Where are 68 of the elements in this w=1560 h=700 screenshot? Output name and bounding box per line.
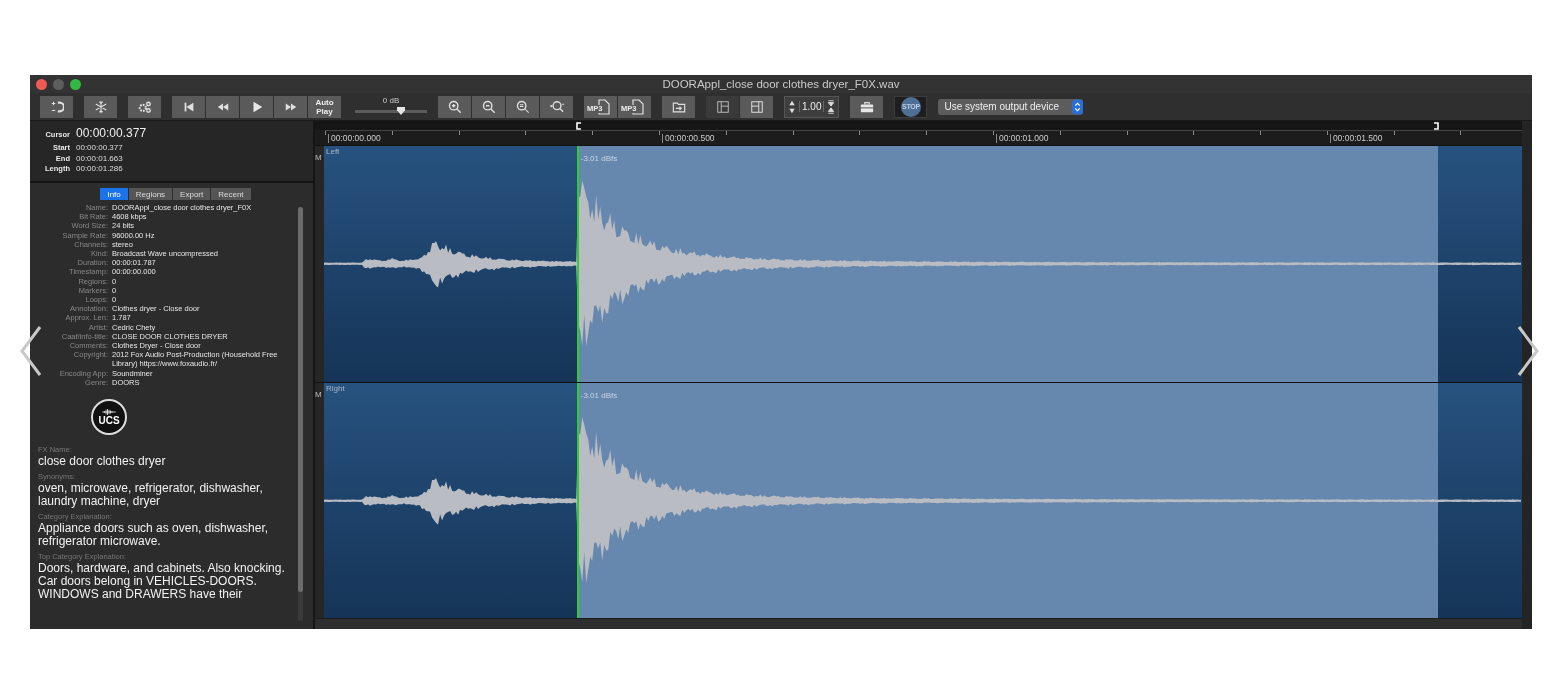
- zoom-in-icon: [447, 99, 462, 114]
- zoom-in-button[interactable]: [438, 95, 471, 118]
- panel-tab[interactable]: Recent: [211, 188, 251, 200]
- vertical-scrollbar[interactable]: [1522, 121, 1532, 629]
- mute-button[interactable]: M: [315, 389, 322, 399]
- dropdown-caret-icon: [1072, 98, 1084, 115]
- panel-tab[interactable]: Info: [100, 188, 128, 200]
- settings-icon: [137, 99, 152, 114]
- slider-thumb[interactable]: [397, 106, 406, 115]
- settings-button[interactable]: [128, 95, 161, 118]
- zoom-out-icon: [481, 99, 496, 114]
- play-button[interactable]: [240, 95, 273, 118]
- zoom-selection-icon: [549, 99, 564, 114]
- description-text: Appliance doors such as oven, dishwasher, refrigerator microwave.: [38, 522, 270, 549]
- zoom-fit-button[interactable]: [506, 95, 539, 118]
- volume-label: 0 dB: [382, 95, 400, 105]
- output-device-dropdown[interactable]: Use system output device: [938, 98, 1084, 115]
- view-right-button[interactable]: [740, 95, 773, 118]
- ruler-time-label: 00:00:00.500: [661, 134, 715, 143]
- folder-button[interactable]: [662, 95, 695, 118]
- selection-end-marker-icon[interactable]: [1433, 122, 1439, 130]
- volume-slider[interactable]: [355, 109, 427, 113]
- speed-stepper[interactable]: 1.00: [784, 95, 840, 118]
- folder-icon: [671, 99, 686, 114]
- magnet-button[interactable]: [40, 95, 73, 118]
- selection-start-marker-icon[interactable]: [576, 122, 582, 130]
- panel-icon: [749, 99, 764, 114]
- window-title: DOORAppl_close door clothes dryer_F0X.wav: [662, 78, 900, 90]
- mute-button[interactable]: M: [315, 153, 322, 162]
- cursor-time: 00:00:00.377: [76, 126, 147, 140]
- description-text: close door clothes dryer: [38, 455, 167, 469]
- toolbox-button[interactable]: [850, 95, 884, 118]
- description-text: Doors, hardware, and cabinets. Also knocking. Car doors belong in VEHICLES-DOORS. WINDOWS and DRAWERS have their: [38, 562, 286, 602]
- snowflake-button[interactable]: [84, 95, 117, 118]
- time-value: 00:00:01.663: [76, 153, 123, 163]
- zoom-button[interactable]: [70, 79, 81, 90]
- time-value: 00:00:01.286: [76, 164, 123, 173]
- peak-level-label: -3.01 dBfs: [580, 390, 618, 400]
- waveform-icon: [101, 408, 117, 415]
- magnet-icon: [49, 99, 64, 114]
- ruler-time-label: 00:00:01.500: [1329, 134, 1383, 143]
- view-left-button[interactable]: [706, 95, 739, 118]
- zoom-out-button[interactable]: [472, 95, 505, 118]
- skip-to-start-button[interactable]: [172, 95, 205, 118]
- panel-icon: [715, 99, 730, 114]
- channel-name: Right: [326, 383, 345, 393]
- toolbox-icon: [859, 99, 874, 114]
- panel-tab[interactable]: Regions: [128, 188, 173, 200]
- peak-level-label: -3.01 dBfs: [580, 154, 618, 163]
- close-button[interactable]: [36, 79, 47, 90]
- collapse-icon[interactable]: [827, 98, 836, 115]
- auto-play-button[interactable]: Auto Play: [308, 95, 341, 118]
- zoom-fit-icon: [515, 99, 530, 114]
- ruler-time-label: 00:00:01.000: [995, 134, 1049, 143]
- panel-tab[interactable]: Export: [173, 188, 211, 200]
- ucs-logo: UCS: [91, 399, 127, 436]
- description-text: oven, microwave, refrigerator, dishwasher, laundry machine, dryer: [38, 482, 264, 509]
- rewind-button[interactable]: [206, 95, 239, 118]
- ruler-time-label: 00:00:00.000: [328, 134, 381, 143]
- channel-name: Left: [326, 147, 340, 156]
- speed-value: 1.00: [799, 101, 825, 112]
- snowflake-icon: [93, 99, 108, 114]
- time-value: 00:00:00.377: [76, 143, 123, 152]
- horizontal-scrollbar[interactable]: [315, 619, 1522, 629]
- fast-forward-button[interactable]: [274, 95, 307, 118]
- chevron-left-icon[interactable]: [18, 325, 44, 377]
- chevron-right-icon[interactable]: [1515, 325, 1541, 377]
- zoom-selection-button[interactable]: [540, 95, 573, 118]
